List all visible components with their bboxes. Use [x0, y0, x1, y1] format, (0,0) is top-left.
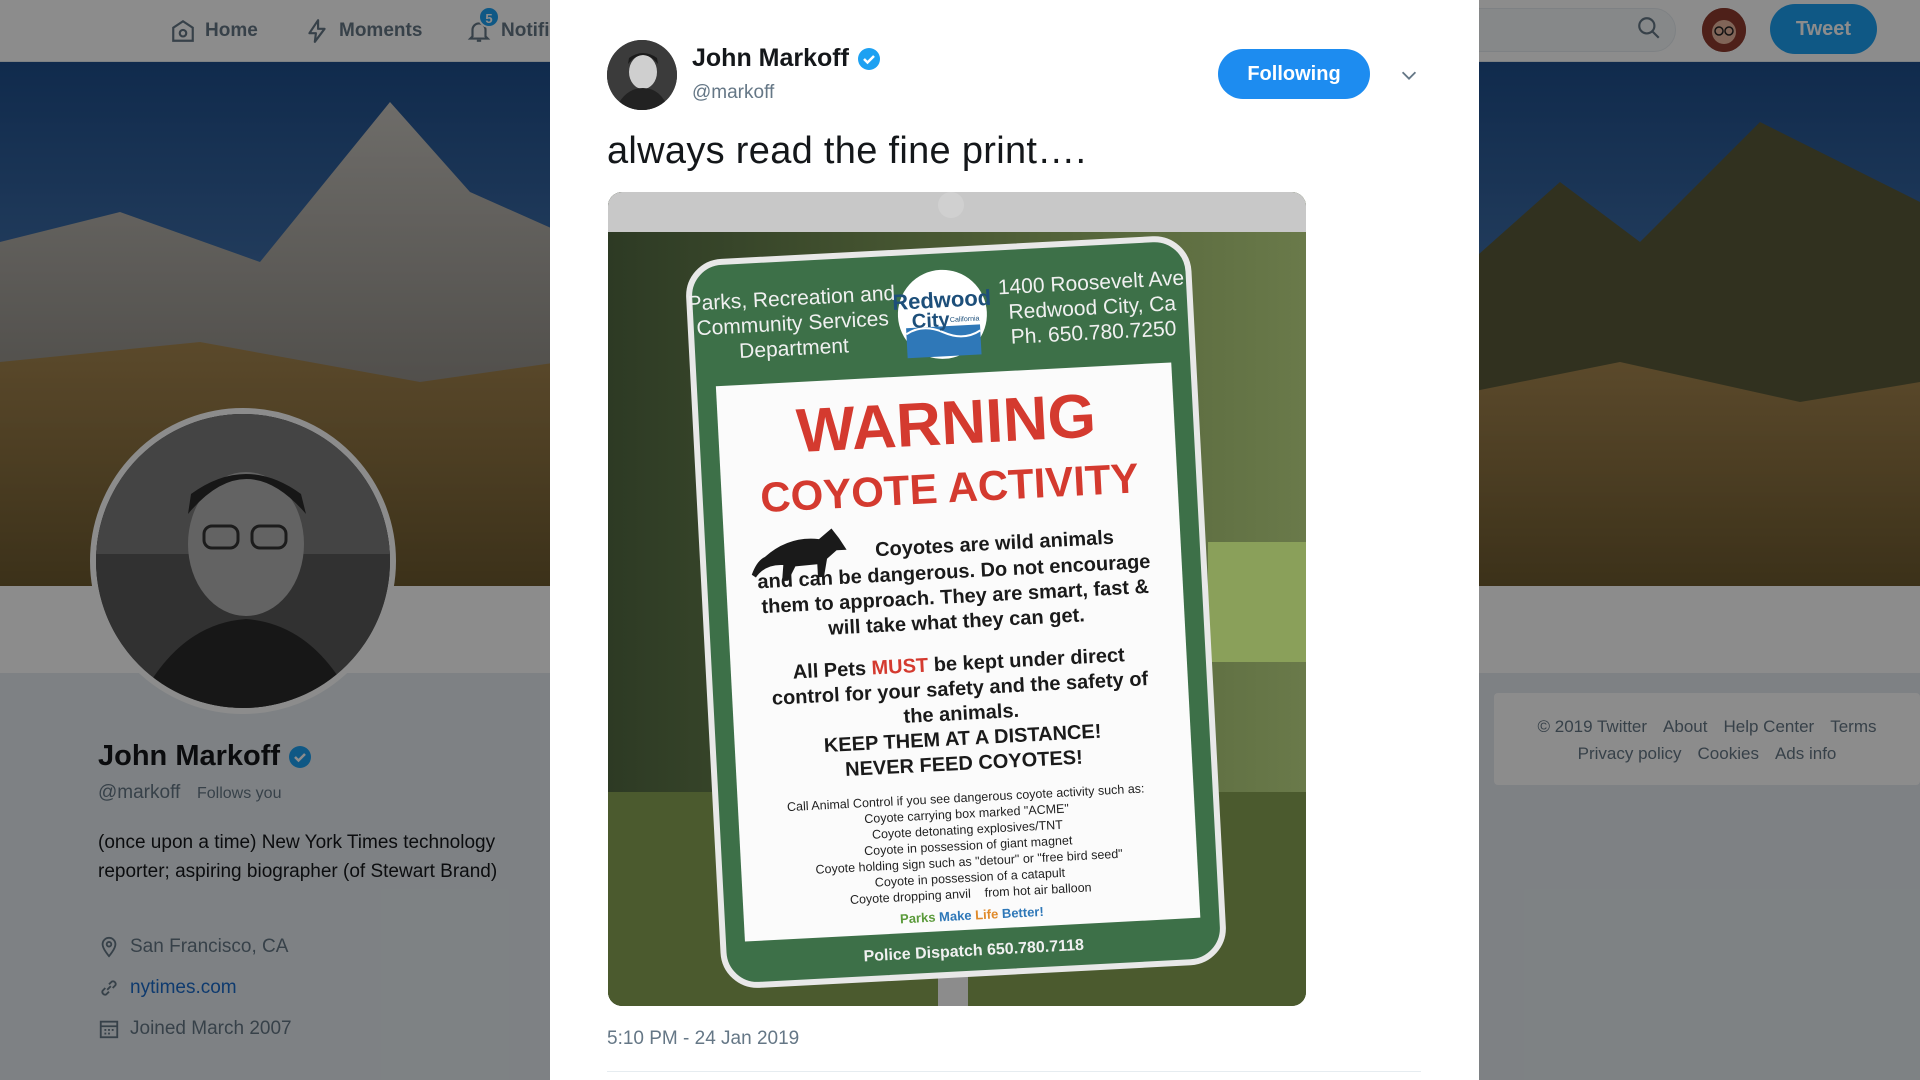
sign-slogan-4: Better!	[1001, 904, 1044, 921]
sign-para2-start: All Pets	[792, 658, 872, 684]
verified-badge-icon	[857, 47, 880, 70]
tweet-author-handle[interactable]: @markoff	[692, 82, 774, 104]
sign-para2-must: MUST	[871, 655, 929, 680]
sign-slogan-2: Make	[939, 907, 976, 924]
sign-slogan-1: Parks	[900, 909, 940, 926]
divider	[607, 1071, 1421, 1072]
tweet-photo[interactable]: Redwood City California Parks, Recreatio…	[608, 192, 1306, 1006]
tweet-text: always read the fine print….	[607, 130, 1087, 172]
chevron-down-icon[interactable]	[1398, 64, 1420, 86]
tweet-author-name-text: John Markoff	[692, 44, 849, 72]
sign-slogan-3: Life	[975, 906, 1002, 922]
tweet-permalink-modal: John Markoff @markoff Following always r…	[550, 0, 1479, 1080]
following-button[interactable]: Following	[1218, 49, 1370, 99]
tweet-timestamp[interactable]: 5:10 PM - 24 Jan 2019	[607, 1028, 799, 1050]
tweet-author-avatar[interactable]	[607, 40, 677, 110]
coyote-warning-sign-photo: Redwood City California Parks, Recreatio…	[608, 192, 1306, 1006]
sign-logo-text-2: City	[911, 309, 951, 333]
tweet-author-name[interactable]: John Markoff	[692, 44, 881, 73]
